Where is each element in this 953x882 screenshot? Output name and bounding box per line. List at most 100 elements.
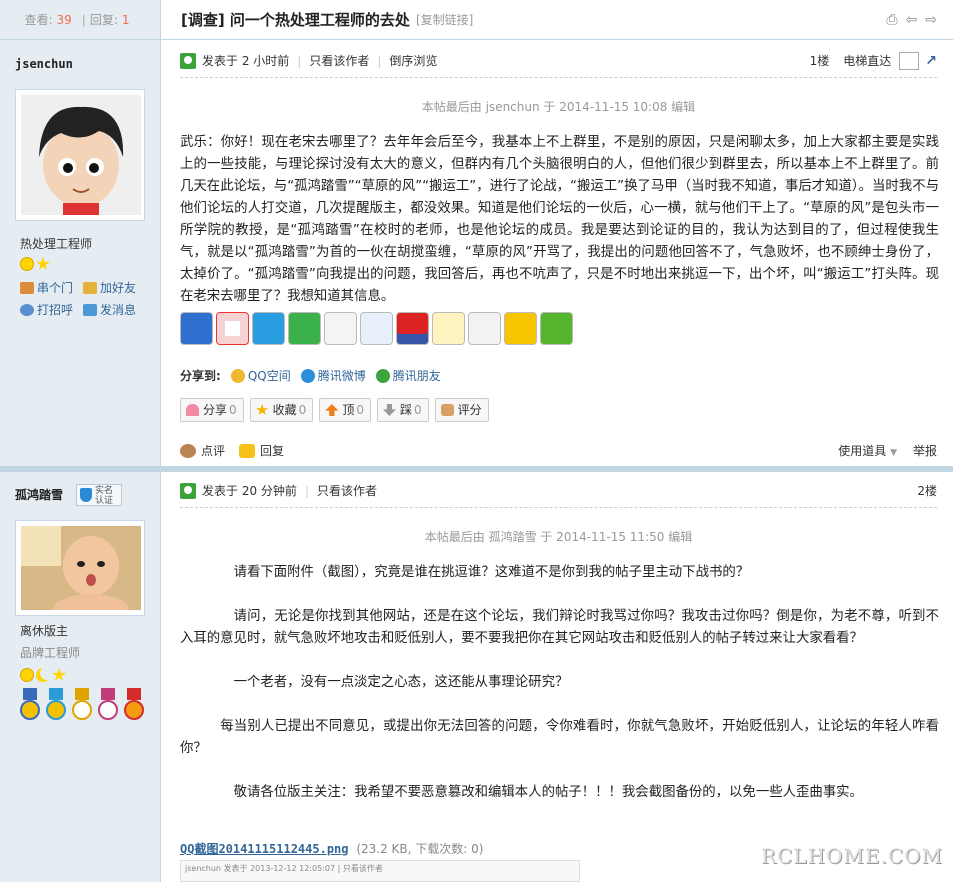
pengyou-share-icon[interactable]: [252, 312, 285, 345]
tweibo-icon: [300, 369, 315, 383]
thumbs-up-icon: [440, 404, 454, 416]
user-subtitle: 品牌工程师: [20, 646, 81, 660]
author-actions-row2: 打招呼 发消息: [20, 301, 136, 318]
site-watermark: RCLHOME.COM: [760, 844, 943, 868]
medal-icon: [20, 688, 40, 720]
edited-note: 本帖最后由 孤鸿踏雪 于 2014-11-15 11:50 编辑: [424, 530, 693, 544]
comment-button[interactable]: 点评: [180, 442, 225, 459]
medal-icon: [46, 688, 66, 720]
clover-icon: [375, 369, 390, 383]
thumbnail-text: jsenchun 发表于 2013-12-12 12:05:07 | 只看该作者: [185, 864, 383, 873]
down-arrow-icon: [382, 404, 396, 416]
vote-row: 分享 0 收藏 0 顶0 踩0 评分: [180, 398, 489, 422]
verified-badge[interactable]: 实名认证: [76, 484, 122, 506]
upvote-button[interactable]: 顶0: [319, 398, 371, 422]
elevator-input[interactable]: [899, 51, 920, 70]
email-share-icon[interactable]: [432, 312, 465, 345]
downvote-button[interactable]: 踩0: [376, 398, 429, 422]
poke-button[interactable]: 打招呼: [20, 301, 73, 318]
favorite-label: 收藏: [272, 403, 297, 417]
only-author-link[interactable]: 只看该作者: [317, 482, 377, 499]
tweibo-label: 腾讯微博: [317, 369, 366, 383]
thread-stats: 查看: 39 | 回复: 1: [0, 0, 160, 40]
reply-label: 回复: [260, 443, 285, 458]
share-tweibo-link[interactable]: 腾讯微博: [300, 367, 366, 384]
share-qzone-link[interactable]: QQ空间: [230, 367, 291, 384]
home-icon: [20, 282, 34, 294]
thread-title: [调查] 问一个热处理工程师的去处: [181, 11, 410, 29]
medal-icon: [98, 688, 118, 720]
star-icon: [255, 404, 269, 415]
floor-number: 1楼: [809, 54, 830, 68]
reply-button[interactable]: 回复: [239, 442, 284, 459]
post1-footer: 点评 回复 使用道具 ▼ 举报: [180, 437, 937, 463]
medal-icon: [124, 688, 144, 720]
post-paragraph: 敬请各位版主关注：我希望不要恶意篡改和编辑本人的帖子！！！我会截图备份的，以免一…: [233, 785, 863, 800]
online-icon: [180, 482, 196, 499]
star-icon: [52, 668, 66, 681]
kaixin-share-icon[interactable]: [396, 312, 429, 345]
wechat-share-icon[interactable]: [288, 312, 321, 345]
more-share-icon[interactable]: [540, 312, 573, 345]
avatar[interactable]: [15, 89, 145, 221]
floor-number: 2楼: [917, 484, 937, 498]
mail-icon: [83, 304, 98, 316]
add-friend-label: 加好友: [100, 281, 137, 295]
share-button[interactable]: 分享 0: [180, 398, 244, 422]
post-body: 武乐：你好！现在老宋去哪里了？去年年会后至今，我基本上不上群里，不是别的原因，只…: [180, 135, 939, 304]
visit-label: 串个门: [37, 281, 74, 295]
attachment-thumbnail[interactable]: jsenchun 发表于 2013-12-12 12:05:07 | 只看该作者: [180, 860, 580, 882]
favorite-share-icon[interactable]: [504, 312, 537, 345]
posted-label: 发表于: [202, 54, 239, 68]
message-button[interactable]: 发消息: [83, 301, 136, 318]
add-friend-button[interactable]: 加好友: [83, 279, 136, 296]
tools-label: 使用道具: [838, 443, 887, 458]
author-name[interactable]: jsenchun: [15, 57, 73, 71]
report-link[interactable]: 举报: [913, 442, 937, 459]
views-count: 39: [56, 12, 72, 27]
copy-link-button[interactable]: [复制链接]: [416, 11, 473, 28]
qzone-share-icon[interactable]: [180, 312, 213, 345]
chevron-down-icon: ▼: [890, 447, 897, 458]
post-paragraph: 请问，无论是你找到其他网站，还是在这个论坛，我们辩论时我骂过你吗？我攻击过你吗？…: [180, 609, 939, 646]
tools-menu[interactable]: 使用道具 ▼: [838, 442, 897, 459]
elevator-label: 电梯直达: [843, 54, 892, 68]
renren-share-icon[interactable]: [360, 312, 393, 345]
user-title: 离休版主: [20, 624, 69, 638]
share-pengyou-link[interactable]: 腾讯朋友: [375, 367, 441, 384]
share-icons: [180, 312, 573, 345]
attachment-link[interactable]: QQ截图20141115112445.png: [180, 842, 349, 856]
visit-button[interactable]: 串个门: [20, 279, 73, 296]
stats-separator: |: [81, 12, 86, 27]
post2-content: 请看下面附件（截图），究竟是谁在挑逗谁？这难道不是你到我的帖子里主动下战书的？ …: [180, 562, 939, 826]
favorite-count: 0: [298, 403, 307, 417]
prev-thread-icon[interactable]: ⇦: [906, 12, 918, 28]
elevator-go-icon[interactable]: ↗: [925, 53, 937, 69]
avatar[interactable]: [15, 520, 145, 616]
shield-icon: [80, 488, 92, 502]
weibo-share-icon[interactable]: [216, 312, 249, 345]
medals: [20, 688, 144, 720]
only-author-link[interactable]: 只看该作者: [309, 52, 369, 69]
qq-share-icon[interactable]: [324, 312, 357, 345]
post2-meta: 发表于 20 分钟前 | 只看该作者 2楼: [180, 474, 937, 508]
print-icon[interactable]: ⎙: [886, 12, 897, 28]
share-to-label: 分享到:: [180, 369, 221, 383]
qzone-label: QQ空间: [247, 369, 291, 383]
attachment: QQ截图20141115112445.png (23.2 KB, 下载次数: 0…: [180, 840, 483, 857]
rate-button[interactable]: 评分: [434, 398, 489, 422]
next-thread-icon[interactable]: ⇨: [925, 12, 937, 28]
poke-icon: [20, 304, 34, 316]
author-name[interactable]: 孤鸿踏雪: [15, 486, 63, 503]
views-label: 查看:: [24, 13, 53, 27]
reverse-order-link[interactable]: 倒序浏览: [389, 52, 437, 69]
smile-icon: [20, 257, 34, 271]
online-icon: [180, 52, 196, 69]
clipboard-share-icon[interactable]: [468, 312, 501, 345]
user-level: [20, 257, 50, 271]
post-paragraph: 一个老者，没有一点淡定之心态，这还能从事理论研究？: [233, 675, 569, 690]
favorite-button[interactable]: 收藏 0: [249, 398, 314, 422]
moon-icon: [36, 668, 50, 682]
posted-label: 发表于: [202, 484, 239, 498]
share-to-row: 分享到: QQ空间 腾讯微博 腾讯朋友: [180, 367, 441, 384]
